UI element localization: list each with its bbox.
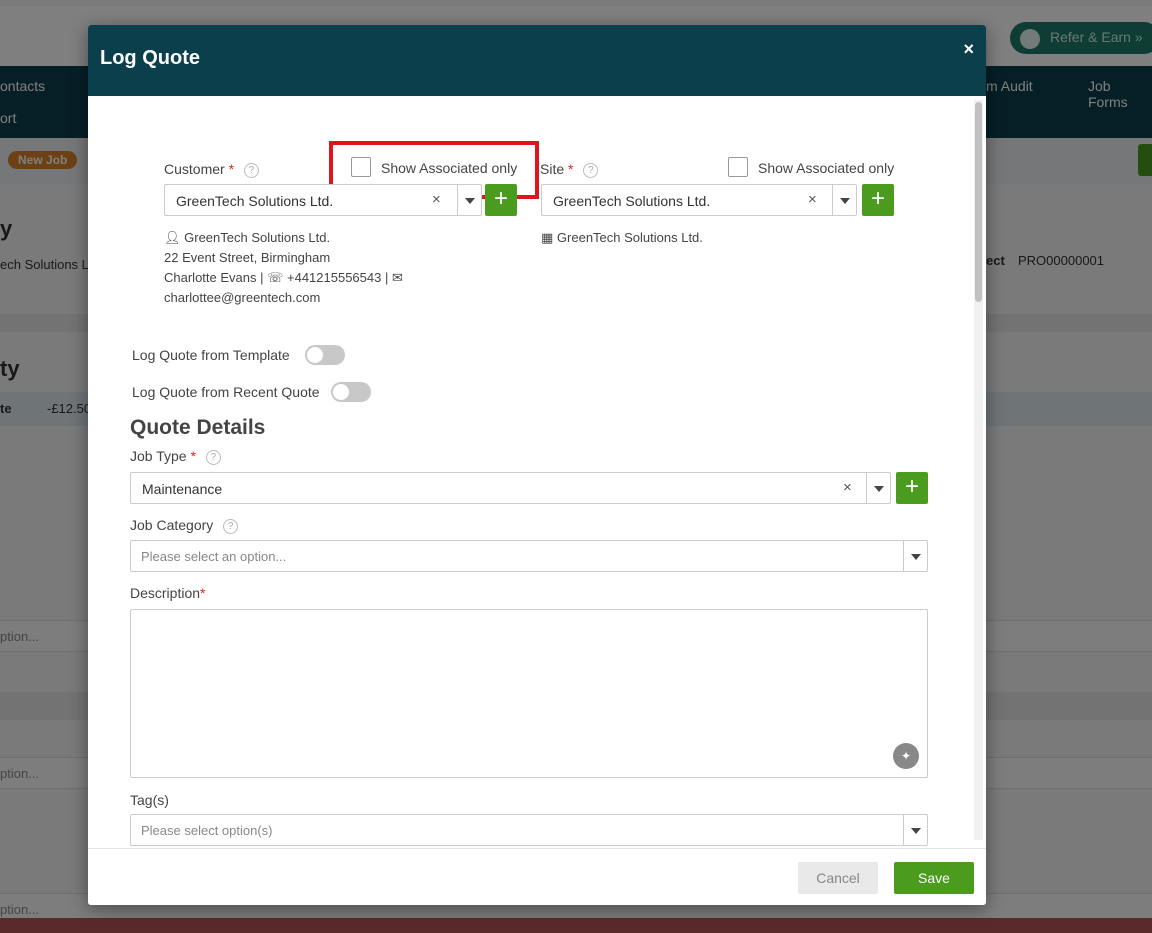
modal-footer: Cancel Save [88, 848, 986, 905]
tags-select[interactable]: Please select option(s) [130, 814, 928, 846]
add-customer-button[interactable]: + [485, 184, 517, 216]
description-label: Description* [130, 585, 206, 601]
add-site-button[interactable]: + [862, 184, 894, 216]
customer-show-associated-checkbox[interactable] [351, 157, 371, 177]
customer-show-associated-label: Show Associated only [381, 160, 518, 176]
chevron-down-icon[interactable] [457, 185, 481, 215]
job-type-select[interactable]: Maintenance × [130, 472, 891, 504]
template-toggle-label: Log Quote from Template [132, 347, 290, 363]
chevron-down-icon[interactable] [903, 541, 927, 571]
tags-label: Tag(s) [130, 792, 169, 808]
job-category-label: Job Category ? [130, 517, 239, 534]
customer-label: Customer * ? [164, 161, 259, 178]
chevron-down-icon[interactable] [866, 473, 890, 503]
description-textarea[interactable]: ✦ [130, 609, 928, 778]
mail-icon: ✉ [391, 270, 403, 285]
customer-email[interactable]: charlottee@greentech.com [164, 288, 403, 308]
section-title: Quote Details [130, 416, 266, 439]
site-select[interactable]: GreenTech Solutions Ltd. × [541, 184, 857, 216]
customer-info: 👤︎ GreenTech Solutions Ltd. 22 Event Str… [164, 228, 403, 308]
site-info: ▦ GreenTech Solutions Ltd. [541, 230, 703, 245]
phone-icon: ☏ [267, 270, 284, 285]
recent-quote-toggle-label: Log Quote from Recent Quote [132, 384, 320, 400]
clear-icon[interactable]: × [432, 191, 441, 208]
modal-body: Customer * ? Show Associated only GreenT… [88, 96, 986, 848]
site-show-associated-label: Show Associated only [758, 160, 895, 176]
template-toggle[interactable] [305, 345, 345, 365]
os-taskbar [0, 918, 1152, 933]
cancel-button[interactable]: Cancel [798, 862, 878, 894]
close-icon[interactable]: × [963, 39, 974, 60]
help-icon: ? [223, 518, 239, 534]
help-icon: ? [205, 449, 221, 465]
chevron-down-icon[interactable] [903, 815, 927, 845]
modal-title: Log Quote [100, 47, 200, 69]
job-type-label: Job Type * ? [130, 448, 221, 465]
add-job-type-button[interactable]: + [896, 472, 928, 504]
clear-icon[interactable]: × [808, 191, 817, 208]
chevron-down-icon[interactable] [832, 185, 856, 215]
save-button[interactable]: Save [894, 862, 974, 894]
help-icon: ? [583, 162, 599, 178]
log-quote-modal: Log Quote × Customer * ? Show Associated… [88, 25, 986, 905]
clear-icon[interactable]: × [843, 479, 852, 496]
customer-select[interactable]: GreenTech Solutions Ltd. × [164, 184, 482, 216]
modal-header: Log Quote × [88, 25, 986, 96]
building-icon: ▦ [541, 230, 554, 245]
job-category-select[interactable]: Please select an option... [130, 540, 928, 572]
modal-scrollbar[interactable] [974, 100, 983, 840]
help-icon: ? [243, 162, 259, 178]
ai-sparkle-icon[interactable]: ✦ [893, 743, 919, 769]
person-icon: 👤︎ [164, 230, 181, 245]
recent-quote-toggle[interactable] [331, 382, 371, 402]
site-label: Site * ? [540, 161, 599, 178]
site-show-associated-checkbox[interactable] [728, 157, 748, 177]
